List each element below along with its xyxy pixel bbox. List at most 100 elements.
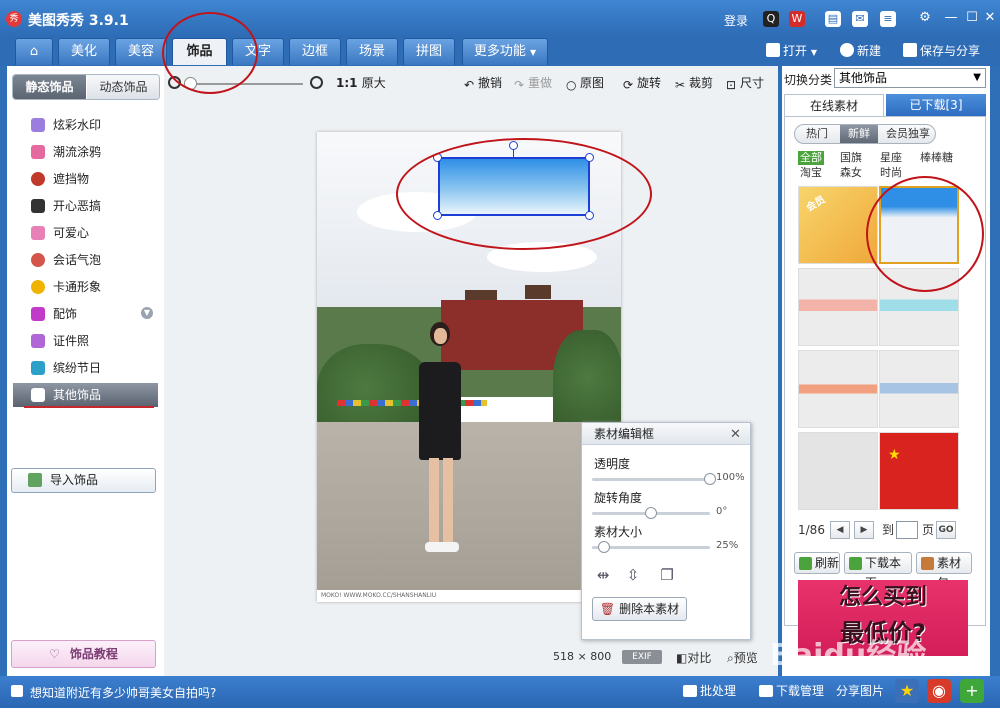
material-thumb-pink-tape[interactable] xyxy=(798,268,878,346)
menu-icon[interactable]: ≡ xyxy=(880,11,896,27)
category-hearts[interactable]: 可爱心 xyxy=(13,221,158,245)
minimize-button[interactable]: — xyxy=(940,8,962,28)
subcat-fashion[interactable]: 时尚 xyxy=(880,166,902,180)
rotate-slider-thumb[interactable] xyxy=(645,507,657,519)
tab-online-materials[interactable]: 在线素材 xyxy=(784,94,884,116)
size-slider-thumb[interactable] xyxy=(597,541,610,553)
subcat-flags[interactable]: 国旗 xyxy=(840,151,862,165)
undo-button[interactable]: ↶ 撤销 xyxy=(464,75,502,91)
material-thumb-sky-selected[interactable] xyxy=(879,186,959,264)
tab-beautify[interactable]: 美化 xyxy=(58,38,110,65)
material-pack-button[interactable]: 素材包 xyxy=(916,552,972,590)
zoom-in-icon[interactable] xyxy=(310,76,323,89)
delete-material-button[interactable]: 🗑 删除本素材 xyxy=(592,597,687,621)
category-watermark[interactable]: 炫彩水印 xyxy=(13,113,158,137)
material-thumb-blue-tape[interactable] xyxy=(879,268,959,346)
exif-button[interactable]: EXIF xyxy=(622,650,662,664)
opacity-slider-thumb[interactable] xyxy=(704,473,716,485)
import-accessory-button[interactable]: 导入饰品 xyxy=(11,468,156,493)
flip-horizontal-icon[interactable]: ⇹ xyxy=(592,565,614,585)
qq-icon[interactable]: Q xyxy=(763,11,779,27)
original-button[interactable]: ○ 原图 xyxy=(566,75,604,91)
category-cartoon[interactable]: 卡通形象 xyxy=(13,275,158,299)
category-select[interactable]: 其他饰品 ▼ xyxy=(834,68,986,88)
subcat-taobao[interactable]: 淘宝 xyxy=(800,166,822,180)
go-button[interactable]: GO xyxy=(936,521,956,539)
tab-accessories[interactable]: 饰品 xyxy=(172,38,227,65)
flip-vertical-icon[interactable]: ⇳ xyxy=(622,565,644,585)
status-tip[interactable]: 想知道附近有多少帅哥美女自拍吗? xyxy=(30,684,216,701)
category-funny[interactable]: 开心恶搞 xyxy=(13,194,158,218)
tab-downloaded[interactable]: 已下载[3] xyxy=(886,94,986,116)
tab-dynamic-accessories[interactable]: 动态饰品 xyxy=(87,75,159,99)
material-thumb-striped-tape[interactable] xyxy=(798,350,878,428)
refresh-button[interactable]: 刷新 xyxy=(794,552,840,574)
close-button[interactable]: ✕ xyxy=(979,8,1000,28)
zoom-out-icon[interactable] xyxy=(168,76,181,89)
crop-button[interactable]: ✂ 裁剪 xyxy=(675,75,713,91)
copy-icon[interactable]: ❐ xyxy=(656,565,678,585)
resize-handle-bottom-left[interactable] xyxy=(433,211,442,220)
pill-vip[interactable]: 会员独享 xyxy=(879,125,935,143)
category-id-photo[interactable]: 证件照 xyxy=(13,329,158,353)
category-holidays[interactable]: 缤纷节日 xyxy=(13,356,158,380)
subcat-lollipop[interactable]: 棒棒糖 xyxy=(920,151,953,165)
resize-button[interactable]: ⊡ 尺寸 xyxy=(726,75,764,91)
preview-button[interactable]: ⌕预览 xyxy=(727,649,758,666)
home-tab[interactable]: ⌂ xyxy=(15,38,53,65)
subcat-all[interactable]: 全部 xyxy=(798,151,824,165)
rotation-handle[interactable] xyxy=(509,141,518,150)
compare-button[interactable]: ◧对比 xyxy=(676,649,711,666)
add-icon[interactable]: + xyxy=(960,679,984,703)
tab-frame[interactable]: 边框 xyxy=(289,38,341,65)
prev-page-button[interactable]: ◀ xyxy=(830,521,850,539)
material-thumb-dragon[interactable] xyxy=(798,432,878,510)
settings-button[interactable]: ⚙ xyxy=(914,8,936,28)
material-thumb-china-flag[interactable]: ★ xyxy=(879,432,959,510)
rotate-button[interactable]: ⟳ 旋转 xyxy=(623,75,661,91)
tutorial-button[interactable]: ♡ 饰品教程 xyxy=(11,640,156,668)
zoom-slider-thumb[interactable] xyxy=(184,77,197,90)
next-page-button[interactable]: ▶ xyxy=(854,521,874,539)
save-share-button[interactable]: 保存与分享 xyxy=(903,40,980,62)
category-speech-bubbles[interactable]: 会话气泡 xyxy=(13,248,158,272)
tab-static-accessories[interactable]: 静态饰品 xyxy=(13,75,86,99)
weibo-icon[interactable]: W xyxy=(789,11,805,27)
resize-handle-top-left[interactable] xyxy=(433,153,442,162)
download-manage-button[interactable]: 下载管理 xyxy=(759,683,824,699)
redo-button[interactable]: ↷ 重做 xyxy=(514,75,552,91)
skin-icon[interactable]: ▤ xyxy=(825,11,841,27)
category-other[interactable]: 其他饰品 xyxy=(13,383,158,407)
resize-handle-top-right[interactable] xyxy=(585,153,594,162)
login-link[interactable]: 登录 xyxy=(724,12,748,29)
tab-beauty[interactable]: 美容 xyxy=(115,38,167,65)
opacity-slider[interactable] xyxy=(592,478,710,481)
category-accessories[interactable]: 配饰 ▼ xyxy=(13,302,158,326)
download-page-button[interactable]: 下载本页 xyxy=(844,552,912,590)
one-to-one-button[interactable]: 1:1 原大 xyxy=(336,75,386,91)
zoom-slider[interactable] xyxy=(191,83,303,85)
subcat-forest-girl[interactable]: 森女 xyxy=(840,166,862,180)
pill-new[interactable]: 新鲜 xyxy=(840,125,878,143)
tab-more[interactable]: 更多功能 ▼ xyxy=(462,38,548,65)
resize-handle-bottom-right[interactable] xyxy=(585,211,594,220)
category-graffiti[interactable]: 潮流涂鸦 xyxy=(13,140,158,164)
batch-button[interactable]: 批处理 xyxy=(683,683,736,699)
expand-icon[interactable]: ▼ xyxy=(141,307,153,319)
photo-canvas[interactable]: MOKO! WWW.MOKO.CC/SHANSHANLIU xyxy=(317,132,621,602)
weibo-share-icon[interactable]: ◉ xyxy=(927,679,951,703)
sky-sticker[interactable] xyxy=(438,157,590,216)
tab-collage[interactable]: 拼图 xyxy=(403,38,455,65)
message-icon[interactable]: ✉ xyxy=(852,11,868,27)
tab-text[interactable]: 文字 xyxy=(232,38,284,65)
material-thumb-light-blue-tape[interactable] xyxy=(879,350,959,428)
page-input[interactable] xyxy=(896,521,918,539)
subcat-zodiac[interactable]: 星座 xyxy=(880,151,902,165)
open-button[interactable]: 打开 ▼ xyxy=(766,40,817,64)
new-button[interactable]: 新建 xyxy=(840,40,881,62)
tab-scene[interactable]: 场景 xyxy=(346,38,398,65)
pill-hot[interactable]: 热门 xyxy=(795,125,839,143)
star-share-icon[interactable]: ★ xyxy=(895,679,919,703)
material-thumb-vip[interactable]: 会员 xyxy=(798,186,878,264)
category-cover[interactable]: 遮挡物 xyxy=(13,167,158,191)
